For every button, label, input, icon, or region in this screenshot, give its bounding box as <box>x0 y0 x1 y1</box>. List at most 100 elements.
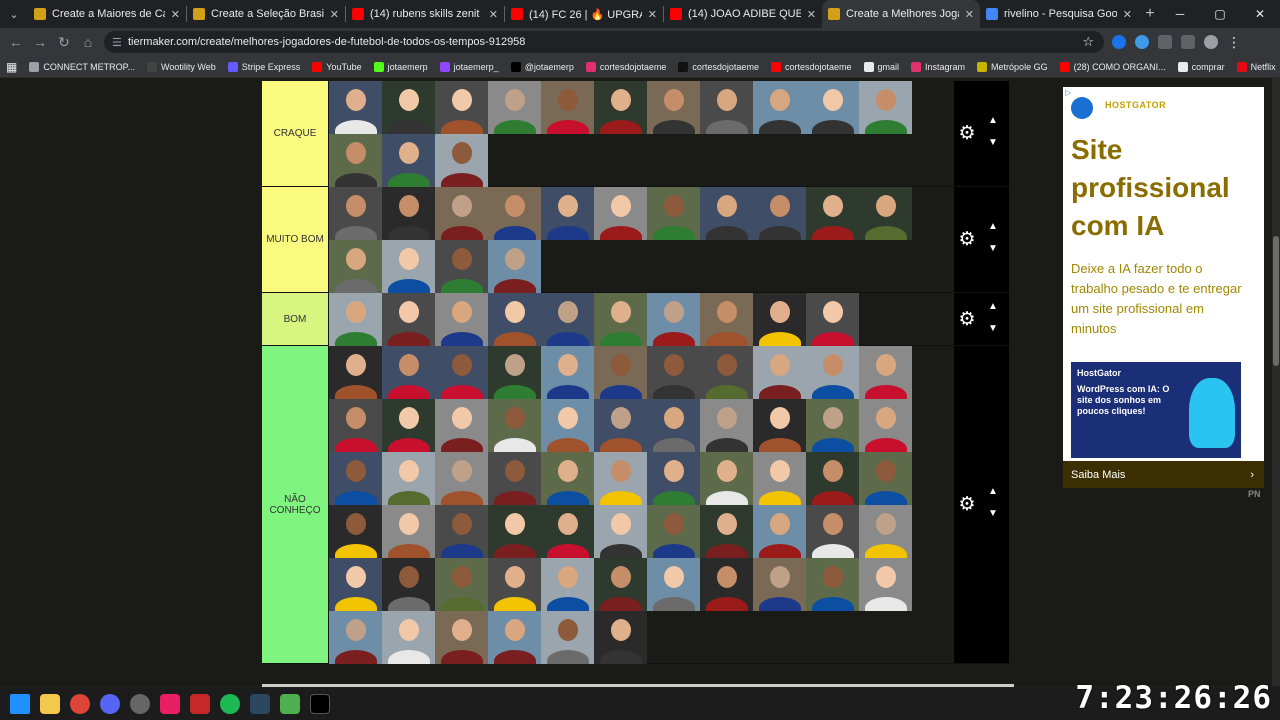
bookmark-item[interactable]: (28) COMO ORGANI... <box>1059 61 1166 72</box>
player-card[interactable] <box>594 81 647 134</box>
player-card[interactable] <box>435 293 488 346</box>
player-card[interactable] <box>859 187 912 240</box>
tab-close-icon[interactable]: ✕ <box>965 8 974 21</box>
browser-tab[interactable]: rivelino - Pesquisa Google ✕ <box>980 0 1138 28</box>
player-card[interactable] <box>647 452 700 505</box>
player-card[interactable] <box>541 293 594 346</box>
apps-icon[interactable]: ▦ <box>6 60 17 74</box>
scrollbar-thumb[interactable] <box>1273 236 1279 366</box>
player-card[interactable] <box>329 134 382 187</box>
player-card[interactable] <box>382 346 435 399</box>
player-card[interactable] <box>488 558 541 611</box>
gear-icon[interactable]: ⚙ <box>956 123 978 145</box>
tab-close-icon[interactable]: ✕ <box>648 8 657 21</box>
tab-close-icon[interactable]: ✕ <box>489 8 498 21</box>
player-card[interactable] <box>753 558 806 611</box>
player-card[interactable] <box>435 346 488 399</box>
player-card[interactable] <box>806 81 859 134</box>
file-explorer-icon[interactable] <box>40 694 60 714</box>
player-card[interactable] <box>329 187 382 240</box>
player-card[interactable] <box>647 346 700 399</box>
extension-icon[interactable] <box>1112 35 1126 49</box>
player-card[interactable] <box>594 558 647 611</box>
player-card[interactable] <box>541 452 594 505</box>
player-card[interactable] <box>382 505 435 558</box>
player-card[interactable] <box>700 558 753 611</box>
player-card[interactable] <box>700 399 753 452</box>
bookmark-item[interactable]: Wootility Web <box>147 61 216 72</box>
browser-tab[interactable]: Create a Maiores de Cada Esta ✕ <box>28 0 186 28</box>
ad-choices-icon[interactable]: ▷ <box>1065 88 1071 97</box>
player-card[interactable] <box>382 558 435 611</box>
player-card[interactable] <box>647 505 700 558</box>
player-card[interactable] <box>859 81 912 134</box>
chrome-icon[interactable] <box>70 694 90 714</box>
player-card[interactable] <box>594 346 647 399</box>
bookmark-item[interactable]: Netflix <box>1236 61 1276 72</box>
bookmark-item[interactable]: Instagram <box>911 61 965 72</box>
player-card[interactable] <box>806 399 859 452</box>
player-card[interactable] <box>647 558 700 611</box>
player-card[interactable] <box>382 452 435 505</box>
player-card[interactable] <box>488 505 541 558</box>
tab-close-icon[interactable]: ✕ <box>1123 8 1132 21</box>
tier-items[interactable] <box>329 293 954 346</box>
player-card[interactable] <box>594 452 647 505</box>
tier-label[interactable]: MUITO BOM <box>262 187 329 292</box>
player-card[interactable] <box>541 558 594 611</box>
tab-search-icon[interactable]: ⌄ <box>0 0 28 28</box>
browser-tab[interactable]: (14) JOAO ADIBE QUER O FIM ✕ <box>664 0 822 28</box>
player-card[interactable] <box>700 346 753 399</box>
browser-tab[interactable]: Create a Seleção Brasileira - 20 ✕ <box>187 0 345 28</box>
player-card[interactable] <box>541 611 594 664</box>
bookmark-item[interactable]: Stripe Express <box>227 61 300 72</box>
player-card[interactable] <box>488 346 541 399</box>
site-info-icon[interactable]: ☰ <box>112 36 128 49</box>
player-card[interactable] <box>594 293 647 346</box>
player-card[interactable] <box>435 81 488 134</box>
player-card[interactable] <box>859 452 912 505</box>
player-card[interactable] <box>753 81 806 134</box>
address-bar[interactable]: ☰ tiermaker.com/create/melhores-jogadore… <box>104 31 1104 53</box>
gear-icon[interactable]: ⚙ <box>956 229 978 251</box>
chevron-down-icon[interactable]: ▼ <box>984 243 1002 257</box>
player-card[interactable] <box>488 187 541 240</box>
player-card[interactable] <box>435 134 488 187</box>
tab-close-icon[interactable]: ✕ <box>807 8 816 21</box>
player-card[interactable] <box>435 399 488 452</box>
profile-avatar[interactable] <box>1204 35 1218 49</box>
player-card[interactable] <box>700 452 753 505</box>
player-card[interactable] <box>382 187 435 240</box>
chevron-down-icon[interactable]: ▼ <box>984 137 1002 151</box>
ad-cta-button[interactable]: Saiba Mais › <box>1063 461 1264 488</box>
player-card[interactable] <box>488 399 541 452</box>
browser-tab[interactable]: (14) FC 26 | 🔥 UPGRADE FANT ✕ <box>505 0 663 28</box>
chevron-up-icon[interactable]: ▲ <box>984 486 1002 500</box>
player-card[interactable] <box>488 293 541 346</box>
bookmark-item[interactable]: comprar <box>1177 61 1225 72</box>
player-card[interactable] <box>859 346 912 399</box>
player-card[interactable] <box>859 505 912 558</box>
player-card[interactable] <box>382 293 435 346</box>
player-card[interactable] <box>329 81 382 134</box>
page-scrollbar[interactable] <box>1272 78 1280 686</box>
tier-label[interactable]: BOM <box>262 293 329 345</box>
chevron-up-icon[interactable]: ▲ <box>984 301 1002 315</box>
bookmark-item[interactable]: cortesdojotaeme <box>585 61 666 72</box>
player-card[interactable] <box>700 293 753 346</box>
player-card[interactable] <box>435 505 488 558</box>
player-card[interactable] <box>382 81 435 134</box>
player-card[interactable] <box>329 558 382 611</box>
ad-banner-image[interactable]: HostGator WordPress com IA: O site dos s… <box>1071 362 1241 458</box>
player-card[interactable] <box>382 240 435 293</box>
app-icon[interactable] <box>130 694 150 714</box>
new-tab-icon[interactable]: + <box>1138 5 1162 23</box>
bookmark-item[interactable]: jotaemerp_ <box>439 61 499 72</box>
bookmark-item[interactable]: cortesdojotaeme <box>770 61 852 72</box>
extension-icon[interactable] <box>1135 35 1149 49</box>
player-card[interactable] <box>435 611 488 664</box>
tab-close-icon[interactable]: ✕ <box>171 8 180 21</box>
app-icon[interactable] <box>160 694 180 714</box>
player-card[interactable] <box>647 187 700 240</box>
bookmark-item[interactable]: cortesdojotaeme <box>678 61 759 72</box>
